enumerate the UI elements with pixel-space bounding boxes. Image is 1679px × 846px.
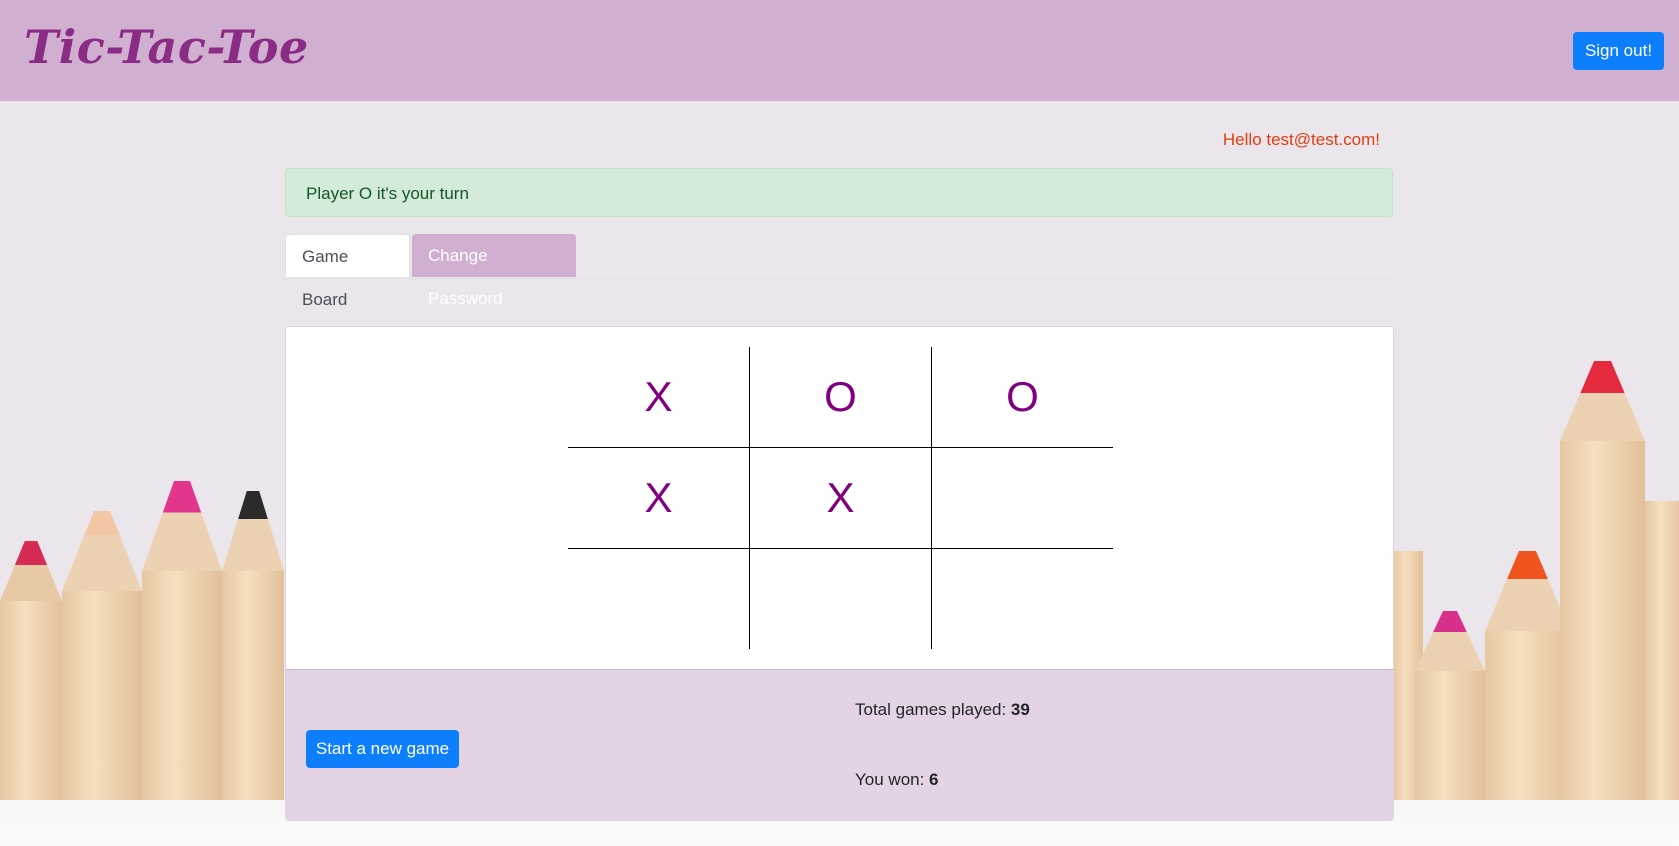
card-footer: Start a new game Total games played: 39 … — [286, 669, 1393, 820]
game-card: X O O X X Start a new game Total games p… — [285, 326, 1394, 821]
tab-game-board[interactable]: Game Board — [285, 234, 410, 309]
board-cell[interactable] — [750, 549, 931, 649]
app-logo: Tic-Tac-Toe — [24, 20, 309, 74]
game-board: X O O X X — [568, 347, 1113, 649]
turn-alert: Player O it's your turn — [285, 168, 1393, 217]
board-cell[interactable] — [568, 549, 749, 649]
board-cell[interactable]: O — [750, 347, 931, 447]
tab-change-password[interactable]: Change Password — [412, 234, 576, 308]
board-cell[interactable] — [932, 448, 1113, 548]
sign-out-button[interactable]: Sign out! — [1573, 32, 1664, 70]
games-won-label: You won: — [855, 770, 930, 789]
board-grid-line — [931, 347, 932, 649]
board-cell[interactable] — [932, 549, 1113, 649]
turn-alert-text: Player O it's your turn — [306, 184, 469, 203]
board-grid-line — [568, 447, 1113, 448]
new-game-button[interactable]: Start a new game — [306, 730, 459, 768]
board-cell[interactable]: X — [750, 448, 931, 548]
tab-bar: Game Board Change Password — [285, 234, 1393, 309]
board-cell[interactable]: X — [568, 448, 749, 548]
total-games-stat: Total games played: 39 — [855, 700, 1030, 720]
games-won-value: 6 — [929, 770, 939, 789]
board-grid-line — [749, 347, 750, 649]
games-won-stat: You won: 6 — [855, 770, 939, 790]
user-greeting: Hello test@test.com! — [1222, 130, 1380, 149]
total-games-label: Total games played: — [855, 700, 1011, 719]
top-navbar: Tic-Tac-Toe Sign out! — [0, 0, 1679, 101]
board-cell[interactable]: O — [932, 347, 1113, 447]
board-cell[interactable]: X — [568, 347, 749, 447]
board-grid-line — [568, 548, 1113, 549]
total-games-value: 39 — [1010, 700, 1030, 719]
